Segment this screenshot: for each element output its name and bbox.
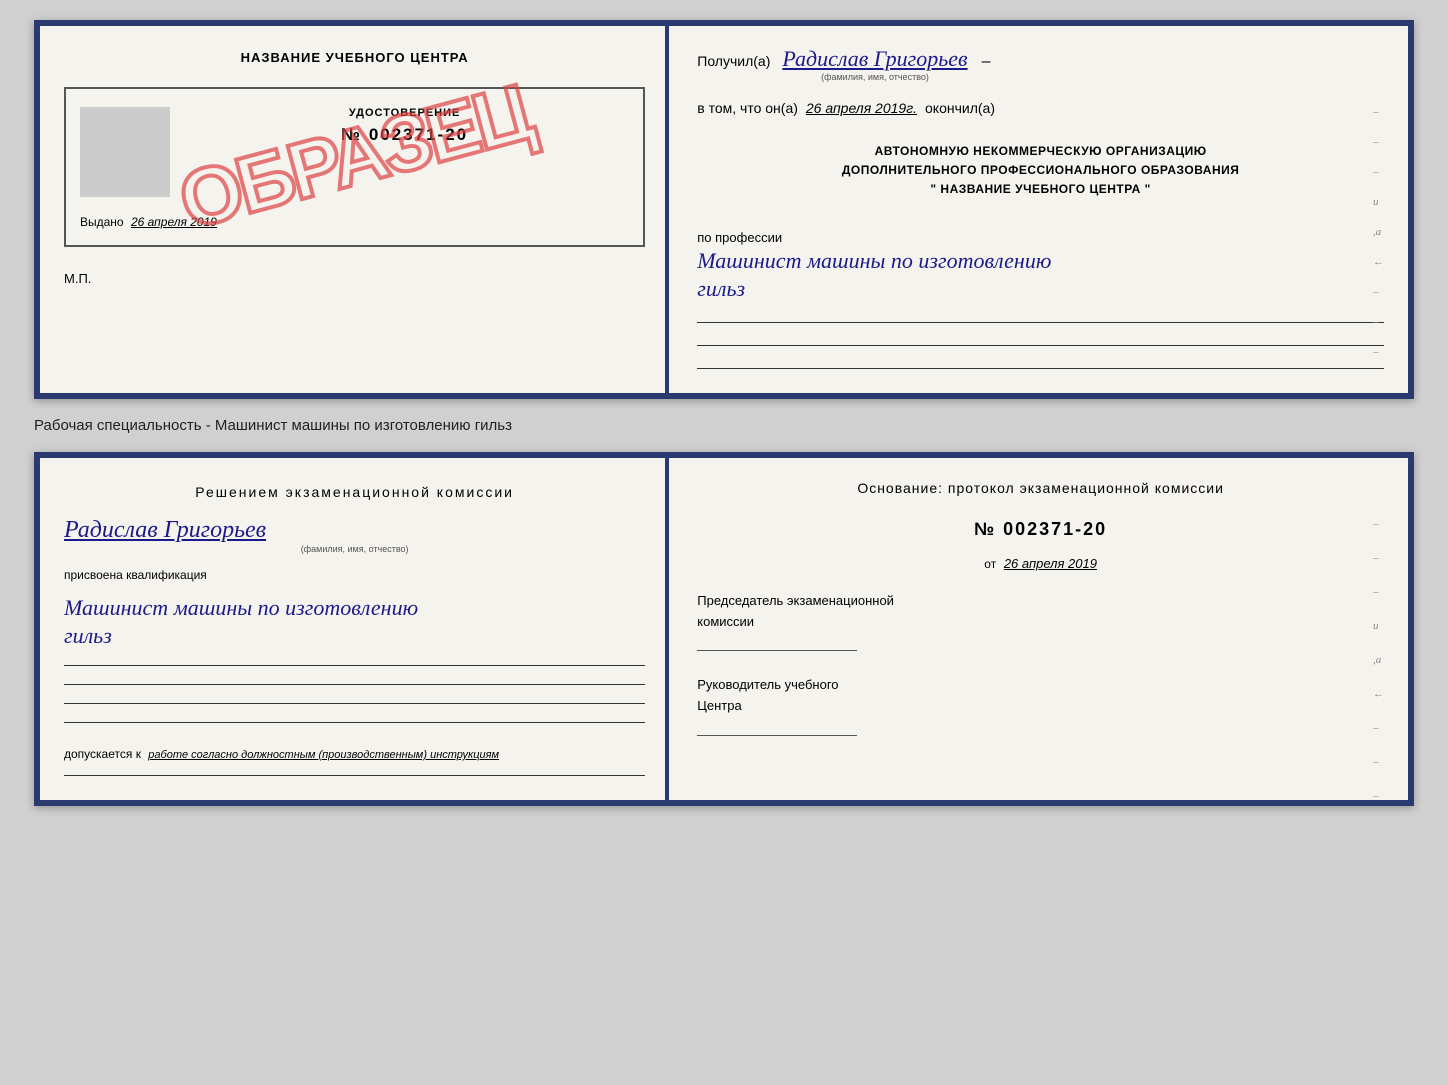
profession-text: Машинист машины по изготовлению (697, 247, 1384, 276)
org-block: АВТОНОМНУЮ НЕКОММЕРЧЕСКУЮ ОРГАНИЗАЦИЮ ДО… (697, 142, 1384, 200)
bottom-recipient-name: Радислав Григорьев (64, 517, 266, 544)
bottom-doc-right: Основание: протокол экзаменационной коми… (669, 458, 1408, 800)
bottom-line-2 (64, 684, 645, 685)
chairman-signature-line (697, 650, 857, 651)
bottom-line-3 (64, 703, 645, 704)
doc-line-3 (697, 368, 1384, 369)
qualification-label: присвоена квалификация (64, 568, 645, 582)
cert-subtitle: УДОСТОВЕРЕНИЕ (349, 107, 461, 119)
profession-text2: гильз (697, 275, 1384, 304)
bottom-name-block: Радислав Григорьев (фамилия, имя, отчест… (64, 517, 645, 554)
name-caption: (фамилия, имя, отчество) (821, 72, 929, 82)
admission-block: допускается к работе согласно должностны… (64, 747, 645, 761)
certificate-block: УДОСТОВЕРЕНИЕ № 002371-20 Выдано 26 апре… (64, 87, 645, 247)
bottom-line-1 (64, 665, 645, 666)
profession-block: по профессии Машинист машины по изготовл… (697, 230, 1384, 304)
qualification-block: Машинист машины по изготовлению гильз (64, 594, 645, 651)
top-doc-left: НАЗВАНИЕ УЧЕБНОГО ЦЕНТРА УДОСТОВЕРЕНИЕ №… (40, 26, 669, 393)
side-marks: – – – и ,а ← – – – (1373, 106, 1384, 358)
bottom-name-caption: (фамилия, имя, отчество) (301, 544, 409, 554)
mp-line: М.П. (64, 271, 645, 286)
basis-title: Основание: протокол экзаменационной коми… (697, 478, 1384, 499)
stamp-area: УДОСТОВЕРЕНИЕ № 002371-20 Выдано 26 апре… (64, 87, 645, 247)
specialty-label: Рабочая специальность - Машинист машины … (34, 417, 1414, 434)
qual-text2: гильз (64, 622, 645, 651)
top-document: НАЗВАНИЕ УЧЕБНОГО ЦЕНТРА УДОСТОВЕРЕНИЕ №… (34, 20, 1414, 399)
top-left-title: НАЗВАНИЕ УЧЕБНОГО ЦЕНТРА (64, 50, 645, 65)
recipient-name: Радислав Григорьев (782, 46, 967, 72)
photo-placeholder (80, 107, 170, 197)
date-line: в том, что он(а) 26 апреля 2019г. окончи… (697, 100, 1384, 116)
director-signature-line (697, 735, 857, 736)
issued-line: Выдано 26 апреля 2019 (80, 215, 629, 229)
bottom-side-marks: – – – и ,а ← – – – (1373, 518, 1384, 802)
profession-label: по профессии (697, 230, 1384, 245)
decision-title: Решением экзаменационной комиссии (64, 482, 645, 503)
qual-text: Машинист машины по изготовлению (64, 594, 645, 623)
doc-line-1 (697, 322, 1384, 323)
bottom-document: Решением экзаменационной комиссии Радисл… (34, 452, 1414, 806)
director-block: Руководитель учебного Центра (697, 675, 1384, 740)
protocol-date: от 26 апреля 2019 (697, 556, 1384, 571)
received-line: Получил(а) Радислав Григорьев (фамилия, … (697, 46, 1384, 82)
bottom-doc-left: Решением экзаменационной комиссии Радисл… (40, 458, 669, 800)
admission-text: работе согласно должностным (производств… (148, 749, 499, 761)
top-doc-right: Получил(а) Радислав Григорьев (фамилия, … (669, 26, 1408, 393)
bottom-line-4 (64, 722, 645, 723)
doc-line-2 (697, 345, 1384, 346)
issue-date: 26 апреля 2019г. (806, 100, 917, 116)
protocol-number: № 002371-20 (697, 519, 1384, 540)
chairman-block: Председатель экзаменационной комиссии (697, 591, 1384, 656)
bottom-line-5 (64, 775, 645, 776)
cert-number: № 002371-20 (341, 125, 468, 145)
